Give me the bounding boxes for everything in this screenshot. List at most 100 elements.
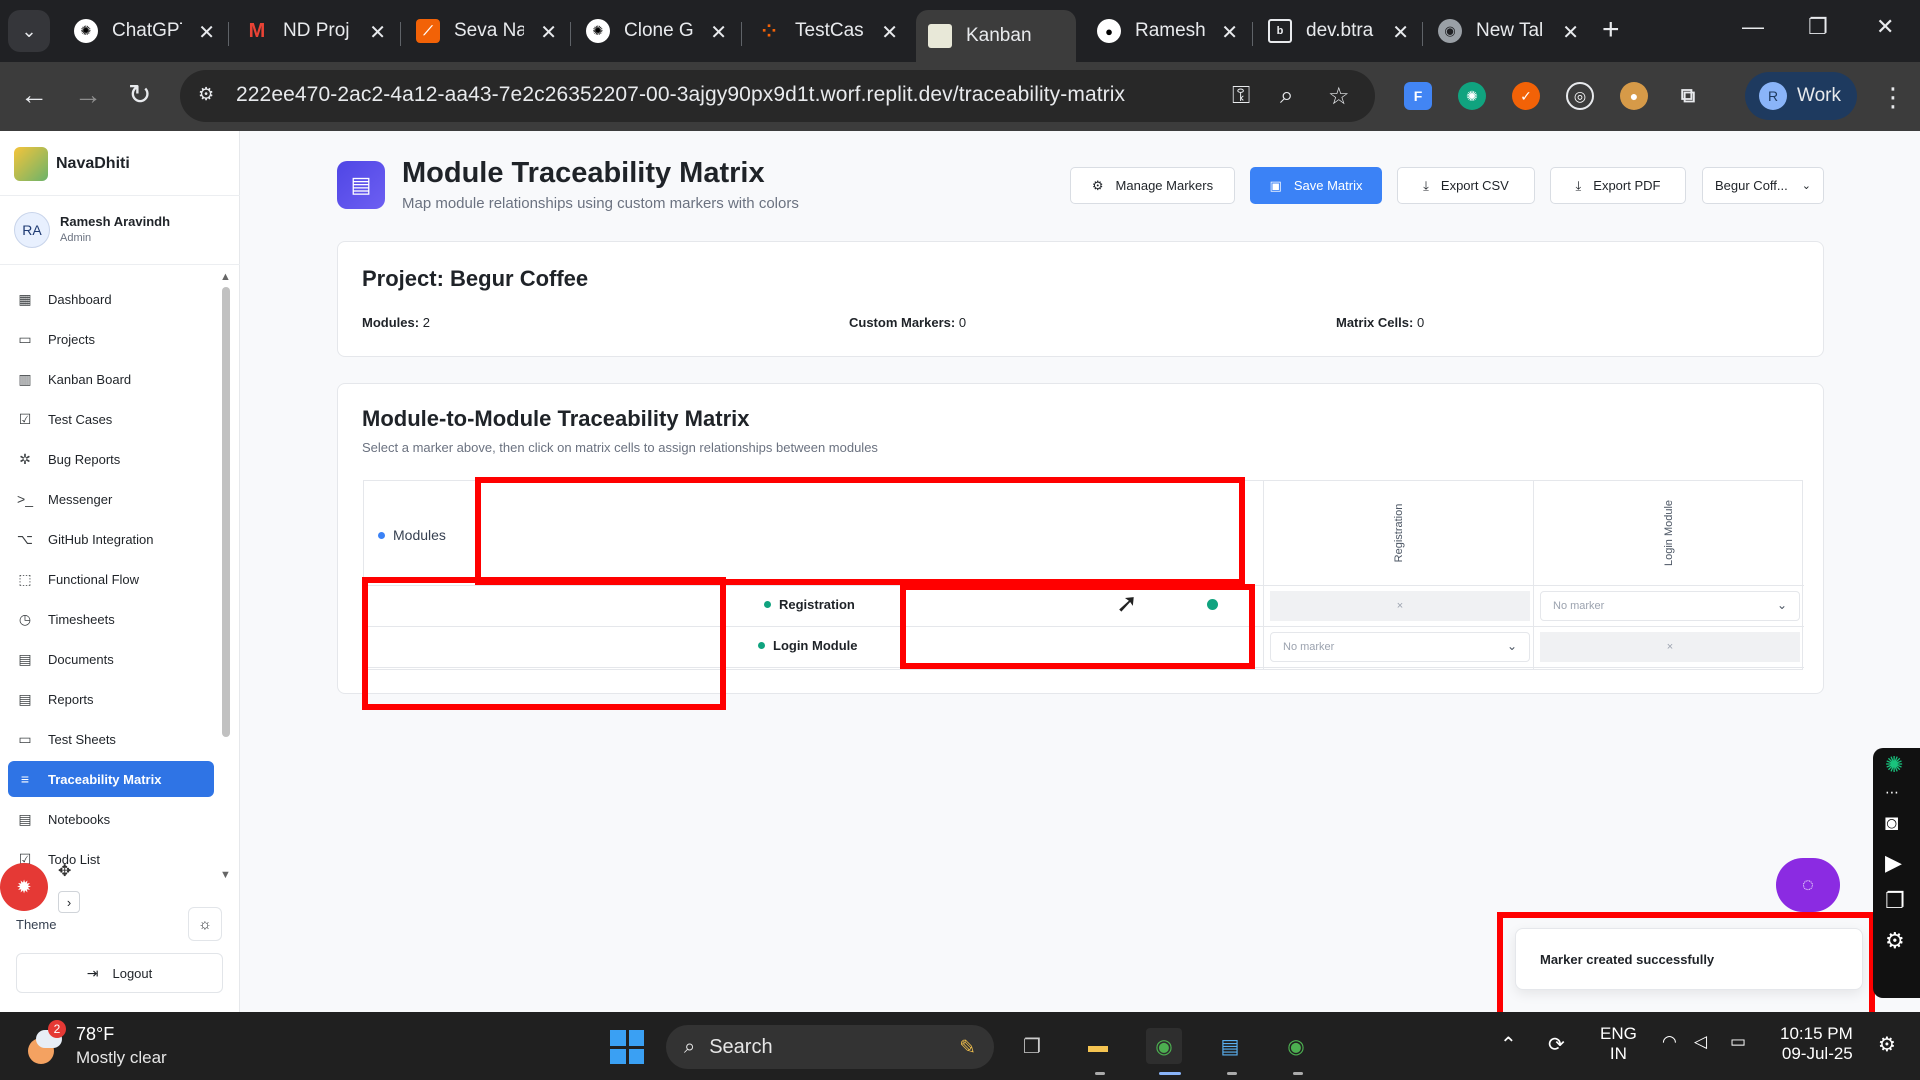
sidebar-item-reports[interactable]: ▤ Reports — [8, 681, 214, 717]
browser-tab[interactable]: ◉ New Tal ✕ — [1426, 8, 1591, 54]
camera-icon[interactable]: ◙ — [1885, 810, 1898, 836]
sidebar-item-github-integration[interactable]: ⌥ GitHub Integration — [8, 521, 214, 557]
notepad-icon[interactable]: ▤ — [1212, 1028, 1248, 1064]
browser-tab[interactable]: M ND Proj ✕ — [233, 8, 398, 54]
chatgpt-extension-icon[interactable]: ✺ — [1458, 82, 1486, 110]
sidebar-item-kanban-board[interactable]: ▥ Kanban Board — [8, 361, 214, 397]
logout-button[interactable]: ⇥ Logout — [16, 953, 223, 993]
chrome-icon[interactable]: ◉ — [1278, 1028, 1314, 1064]
browser-tab[interactable]: ⁘ TestCas ✕ — [745, 8, 910, 54]
close-tab-icon[interactable]: ✕ — [369, 20, 386, 45]
sync-icon[interactable]: ⟳ — [1548, 1032, 1565, 1057]
sheet-icon: ▭ — [18, 730, 32, 747]
sidebar-item-label: Test Sheets — [48, 731, 116, 747]
restore-icon[interactable]: ❐ — [1808, 14, 1828, 40]
url-text[interactable]: 222ee470-2ac2-4a12-aa43-7e2c26352207-00-… — [236, 83, 1125, 107]
cookie-extension-icon[interactable]: ● — [1620, 82, 1648, 110]
matrix-cell-select[interactable]: No marker ⌄ — [1540, 591, 1800, 621]
file-explorer-icon[interactable]: ▬ — [1080, 1028, 1116, 1064]
close-tab-icon[interactable]: ✕ — [198, 20, 215, 45]
reload-icon[interactable]: ↻ — [128, 80, 151, 110]
close-tab-icon[interactable]: ✕ — [881, 20, 898, 45]
close-tab-icon[interactable]: ✕ — [1392, 20, 1409, 45]
close-tab-icon[interactable]: ✕ — [710, 20, 727, 45]
annotation-box — [900, 584, 1255, 669]
sidebar-scrollbar[interactable]: ▲ ▼ — [220, 271, 232, 883]
windows-start-icon[interactable] — [610, 1030, 644, 1064]
sidebar-item-test-sheets[interactable]: ▭ Test Sheets — [8, 721, 214, 757]
sidebar-item-label: Messenger — [48, 491, 113, 507]
new-tab-button[interactable]: + — [1602, 14, 1620, 46]
sidebar-item-documents[interactable]: ▤ Documents — [8, 641, 214, 677]
minimize-icon[interactable]: — — [1742, 14, 1764, 40]
theme-toggle-button[interactable]: ☼ — [188, 907, 222, 941]
sidebar-item-functional-flow[interactable]: ⬚ Functional Flow — [8, 561, 214, 597]
zoom-icon[interactable]: ⌕ — [1280, 82, 1293, 110]
extension-icon[interactable]: F — [1404, 82, 1432, 110]
export-csv-button[interactable]: ⤓ Export CSV — [1397, 167, 1535, 204]
sidebar-item-dashboard[interactable]: ▦ Dashboard — [8, 281, 214, 317]
weather-temperature[interactable]: 78°F — [76, 1024, 114, 1045]
weather-icon[interactable]: 2 — [26, 1020, 66, 1064]
export-pdf-button[interactable]: ⤓ Export PDF — [1550, 167, 1686, 204]
browser-tab[interactable]: b dev.btra ✕ — [1256, 8, 1421, 54]
gear-icon[interactable]: ⚙ — [1885, 928, 1905, 954]
chevron-right-icon[interactable]: › — [58, 891, 80, 913]
back-icon[interactable]: ← — [20, 80, 48, 110]
password-key-icon[interactable]: ⚿ — [1232, 82, 1250, 110]
extensions-puzzle-icon[interactable]: ⧉ — [1674, 82, 1702, 110]
bookmark-star-icon[interactable]: ☆ — [1328, 82, 1350, 111]
sidebar-item-notebooks[interactable]: ▤ Notebooks — [8, 801, 214, 837]
scroll-down-icon[interactable]: ▼ — [220, 869, 231, 881]
scroll-up-icon[interactable]: ▲ — [220, 271, 231, 283]
browser-menu-icon[interactable]: ⋮ — [1880, 82, 1906, 113]
tab-search-button[interactable]: ⌄ — [8, 10, 50, 52]
chat-fab[interactable]: ◌ — [1776, 858, 1840, 912]
browser-tab-active[interactable]: Kanban — [916, 10, 1076, 62]
window-icon[interactable]: ❐ — [1885, 888, 1905, 914]
move-handle-icon[interactable]: ✥ — [58, 861, 71, 881]
browser-tab[interactable]: ✺ ChatGPT ✕ — [62, 8, 227, 54]
more-icon[interactable]: ⋯ — [1885, 784, 1899, 801]
close-tab-icon[interactable]: ✕ — [540, 20, 557, 45]
taskbar-search[interactable]: ⌕ Search ✎ — [666, 1025, 994, 1069]
task-view-icon[interactable]: ❐ — [1014, 1028, 1050, 1064]
bug-report-fab[interactable]: ✹ — [0, 863, 48, 911]
extension-icon[interactable]: ✓ — [1512, 82, 1540, 110]
close-tab-icon[interactable]: ✕ — [1562, 20, 1579, 45]
profile-button[interactable]: R Work — [1745, 72, 1857, 120]
sidebar-item-messenger[interactable]: >_ Messenger — [8, 481, 214, 517]
project-select[interactable]: Begur Coff... ⌄ — [1702, 167, 1824, 204]
sidebar-item-timesheets[interactable]: ◷ Timesheets — [8, 601, 214, 637]
close-window-icon[interactable]: ✕ — [1876, 14, 1894, 40]
weather-condition[interactable]: Mostly clear — [76, 1048, 167, 1068]
address-bar[interactable]: ⚙ 222ee470-2ac2-4a12-aa43-7e2c26352207-0… — [180, 70, 1375, 122]
browser-tab[interactable]: ⟋ Seva Na ✕ — [404, 8, 569, 54]
notification-center-icon[interactable]: ⚙ — [1878, 1032, 1896, 1057]
video-icon[interactable]: ▶ — [1885, 850, 1902, 876]
clock[interactable]: 10:15 PM 09-Jul-25 — [1780, 1024, 1853, 1064]
volume-icon[interactable]: ◁ — [1694, 1032, 1707, 1052]
chrome-icon[interactable]: ◉ — [1146, 1028, 1182, 1064]
chatgpt-icon[interactable]: ✺ — [1885, 752, 1903, 778]
manage-markers-button[interactable]: ⚙ Manage Markers — [1070, 167, 1235, 204]
wifi-icon[interactable]: ◠ — [1662, 1032, 1677, 1052]
sidebar-item-bug-reports[interactable]: ✲ Bug Reports — [8, 441, 214, 477]
sidebar-item-traceability-matrix[interactable]: ≡ Traceability Matrix — [8, 761, 214, 797]
brand[interactable]: NavaDhiti — [14, 147, 130, 181]
chevron-up-icon[interactable]: ⌃ — [1500, 1032, 1517, 1057]
save-matrix-button[interactable]: ▣ Save Matrix — [1250, 167, 1382, 204]
browser-tab[interactable]: ● Ramesh ✕ — [1085, 8, 1250, 54]
scrollbar-thumb[interactable] — [222, 287, 230, 737]
browser-tab[interactable]: ✺ Clone G ✕ — [574, 8, 739, 54]
screenshot-extension-icon[interactable]: ◎ — [1566, 82, 1594, 110]
close-tab-icon[interactable]: ✕ — [1221, 20, 1238, 45]
battery-icon[interactable]: ▭ — [1730, 1032, 1746, 1052]
site-settings-icon[interactable]: ⚙ — [198, 84, 222, 108]
matrix-cell-select[interactable]: No marker ⌄ — [1270, 632, 1530, 662]
forward-icon[interactable]: → — [74, 80, 102, 110]
profile-label: Work — [1797, 85, 1841, 106]
language-indicator[interactable]: ENG IN — [1600, 1024, 1637, 1064]
sidebar-item-test-cases[interactable]: ☑ Test Cases — [8, 401, 214, 437]
sidebar-item-projects[interactable]: ▭ Projects — [8, 321, 214, 357]
